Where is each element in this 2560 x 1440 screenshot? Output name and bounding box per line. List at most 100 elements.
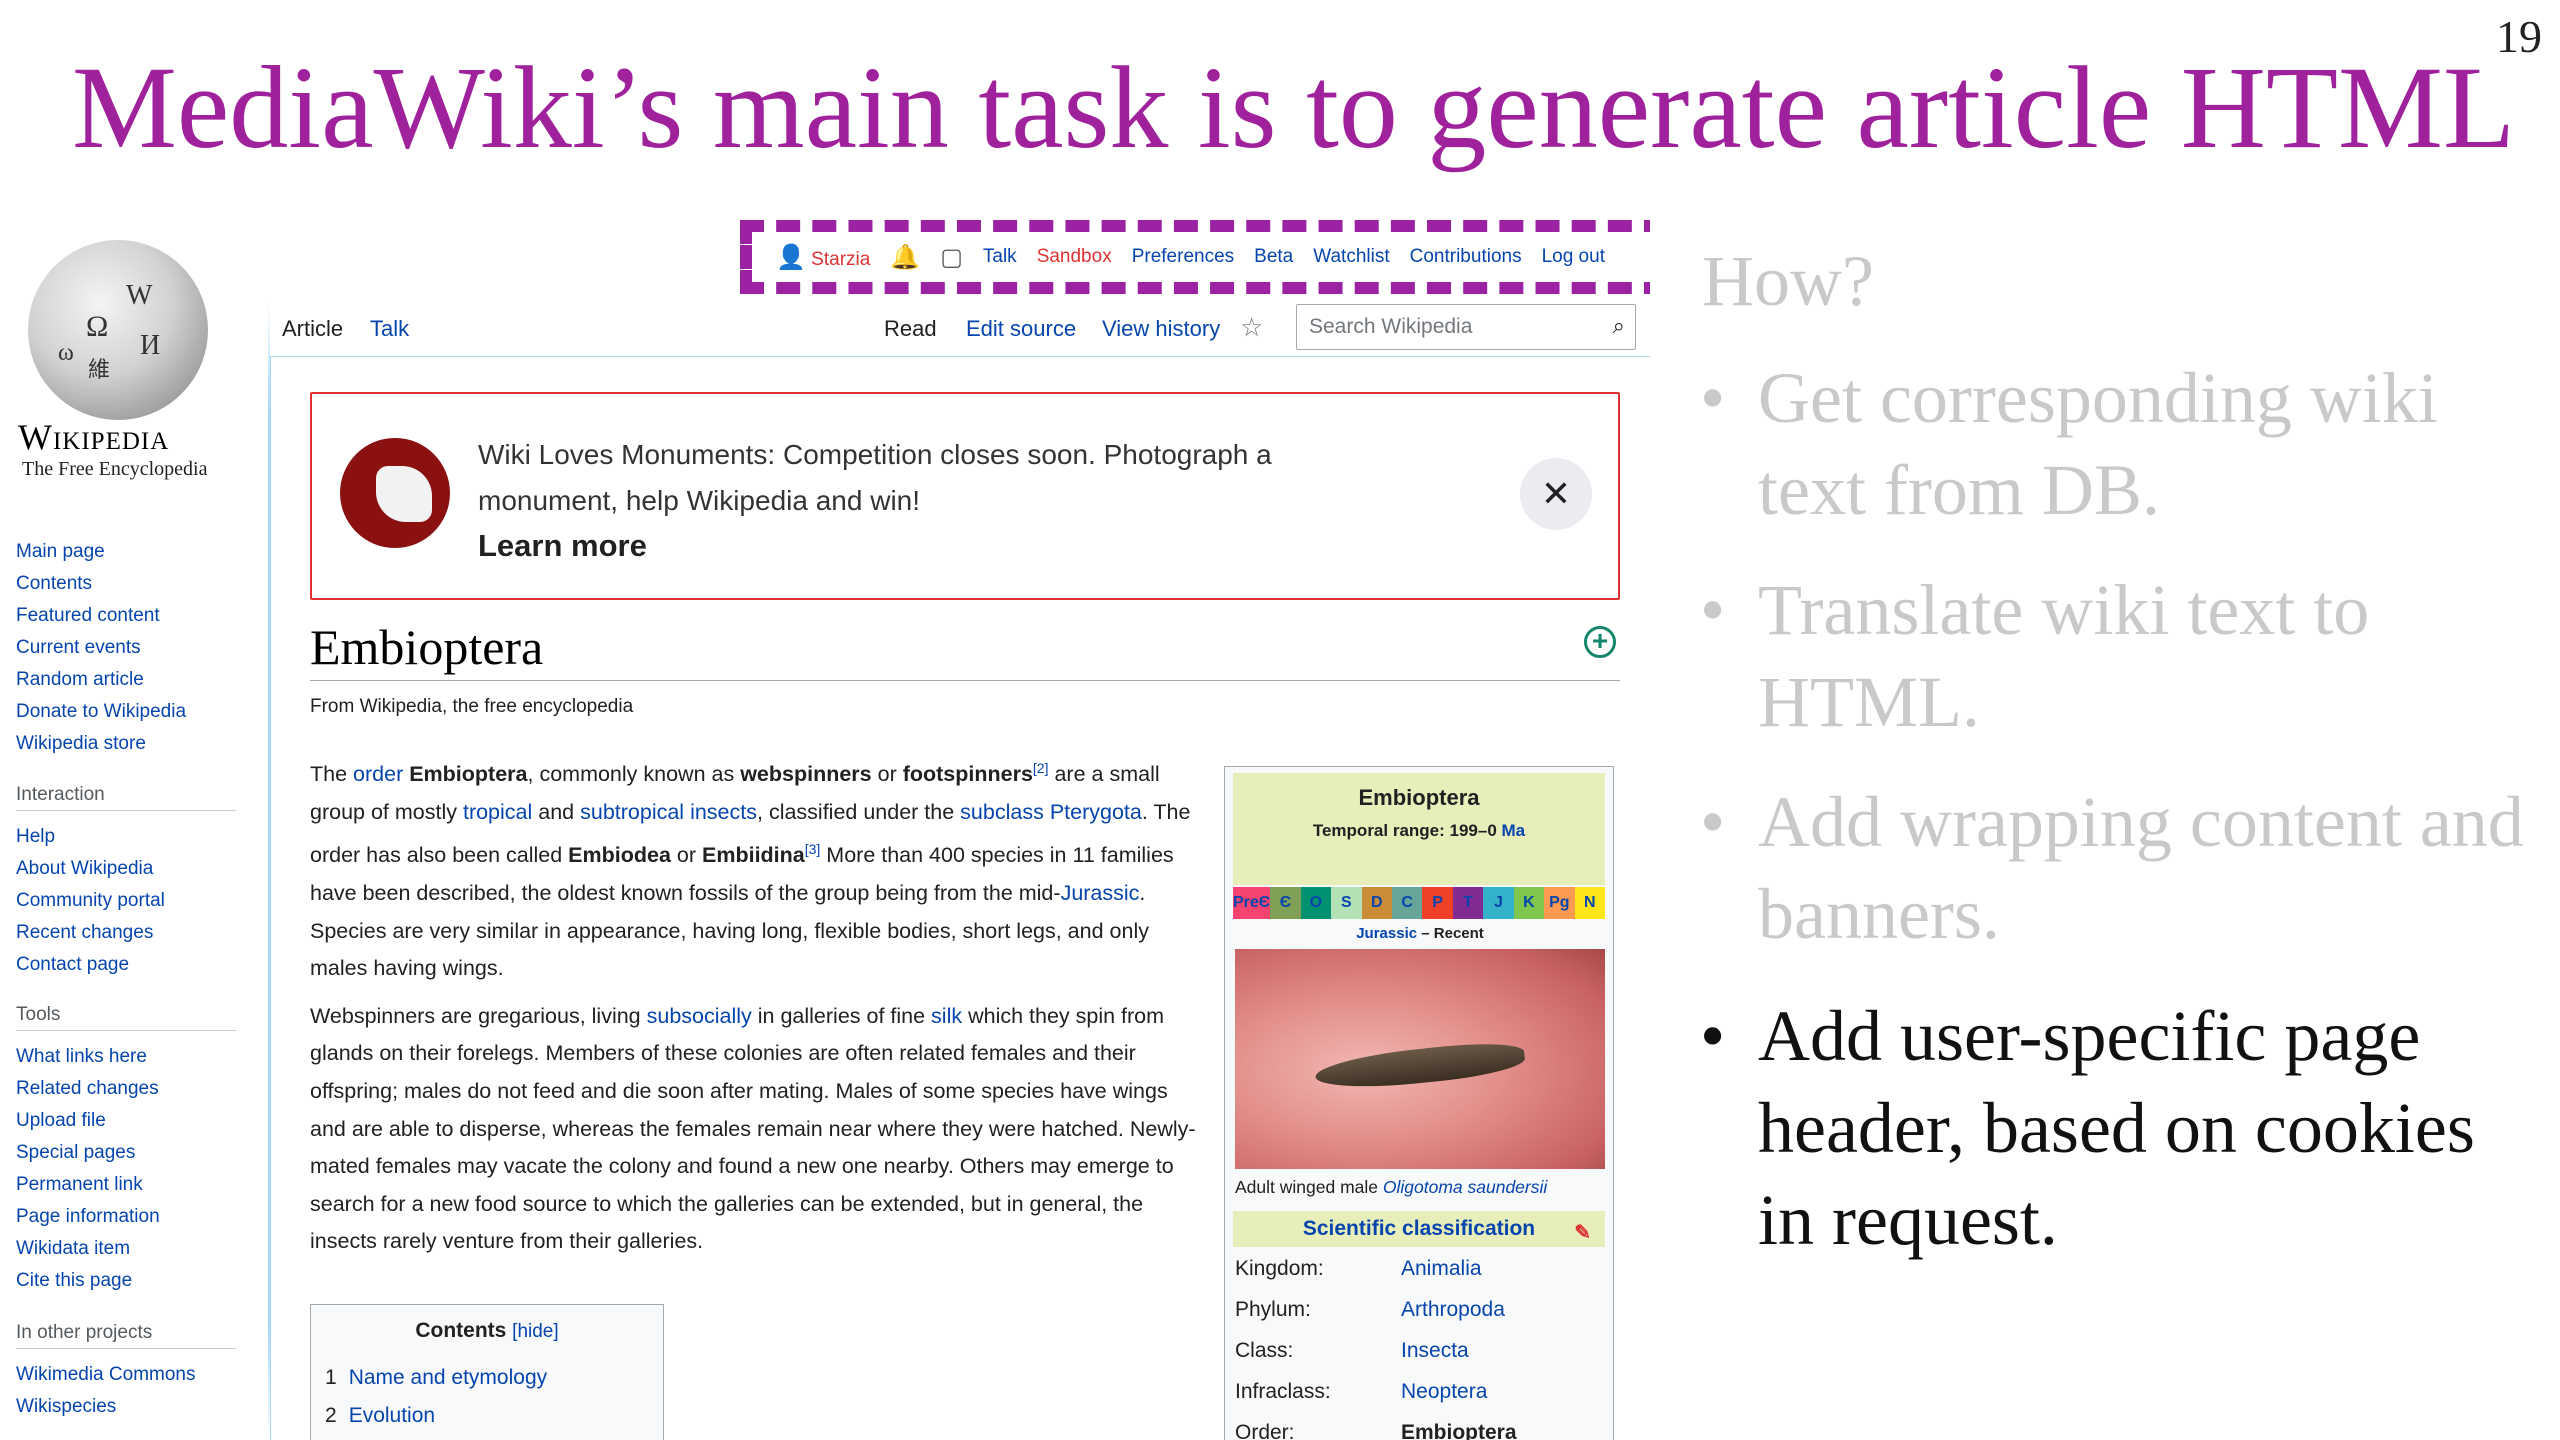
tab-read[interactable]: Read <box>884 316 937 342</box>
period-cell[interactable]: C <box>1391 887 1423 919</box>
tab-edit-source[interactable]: Edit source <box>966 316 1076 342</box>
sidebar-item[interactable]: Featured content <box>16 600 186 632</box>
search-icon[interactable]: ⌕ <box>1613 313 1625 339</box>
sidebar-item[interactable]: Main page <box>16 536 186 568</box>
period-cell[interactable]: N <box>1574 887 1605 919</box>
period-cell[interactable]: T <box>1452 887 1484 919</box>
period-cell[interactable]: K <box>1513 887 1545 919</box>
taxon-link[interactable]: Animalia <box>1401 1257 1482 1281</box>
sidebar-item[interactable]: Wikispecies <box>16 1391 236 1423</box>
temporal-range-unit-link[interactable]: Ma <box>1502 821 1526 840</box>
edit-pencil-icon[interactable]: ✎ <box>1574 1215 1591 1251</box>
title-divider <box>310 680 1620 681</box>
period-cell[interactable]: J <box>1483 887 1514 919</box>
period-cell[interactable]: P <box>1422 887 1453 919</box>
toc-link[interactable]: Name and etymology <box>349 1366 547 1389</box>
user-menu[interactable]: 👤 Starzia <box>776 243 870 272</box>
sidebar-item[interactable]: Wikimedia Commons <box>16 1359 236 1391</box>
photo-caption: Adult winged male Oligotoma saundersii <box>1235 1177 1547 1198</box>
personal-link-logout[interactable]: Log out <box>1542 246 1605 268</box>
sidebar-item[interactable]: Contact page <box>16 949 236 981</box>
banner-learn-more-link[interactable]: Learn more <box>478 528 647 564</box>
taxon-link[interactable]: Neoptera <box>1401 1380 1487 1404</box>
taxon-link[interactable]: Insecta <box>1401 1339 1469 1363</box>
notices-tray-icon[interactable]: ▢ <box>940 243 963 272</box>
period-cell[interactable]: Pg <box>1544 887 1575 919</box>
sidebar-item[interactable]: Recent changes <box>16 917 236 949</box>
banner-close-button[interactable]: ✕ <box>1520 458 1592 530</box>
sidebar-item[interactable]: Special pages <box>16 1137 236 1169</box>
toc-link[interactable]: Evolution <box>349 1404 435 1427</box>
link[interactable]: insects <box>690 800 757 824</box>
sidebar-item[interactable]: About Wikipedia <box>16 853 236 885</box>
sidebar-item[interactable]: Contents <box>16 568 186 600</box>
period-cell[interactable]: D <box>1361 887 1392 919</box>
link[interactable]: Pterygota <box>1050 800 1142 824</box>
geologic-timescale-bar: PreЄ Є O S D C P T J K Pg N <box>1233 887 1605 919</box>
wikipedia-globe-logo[interactable]: Ω W И 維 ω <box>28 240 208 420</box>
sidebar-item[interactable]: Upload file <box>16 1105 236 1137</box>
link[interactable]: subsocially <box>647 1004 752 1028</box>
taxon-link[interactable]: Arthropoda <box>1401 1298 1505 1322</box>
webspinner-photo[interactable] <box>1235 949 1605 1169</box>
caption-text: Adult winged male <box>1235 1177 1383 1197</box>
link[interactable]: tropical <box>463 800 532 824</box>
period-cell[interactable]: Є <box>1270 887 1301 919</box>
personal-link-beta[interactable]: Beta <box>1254 246 1293 268</box>
username-link[interactable]: Starzia <box>811 249 870 270</box>
personal-link-preferences[interactable]: Preferences <box>1132 246 1234 268</box>
toc-hide-toggle[interactable]: [hide] <box>512 1321 558 1342</box>
sidebar-item[interactable]: Current events <box>16 632 186 664</box>
link[interactable]: subclass <box>960 800 1044 824</box>
sidebar-item[interactable]: Donate to Wikipedia <box>16 696 186 728</box>
period-link[interactable]: Jurassic <box>1356 925 1417 942</box>
period-cell[interactable]: PreЄ <box>1233 887 1271 919</box>
article-title: Embioptera <box>310 619 544 675</box>
link[interactable]: silk <box>931 1004 962 1028</box>
caption-species-link[interactable]: Oligotoma saundersii <box>1383 1177 1547 1197</box>
user-icon: 👤 <box>776 243 806 271</box>
period-cell[interactable]: O <box>1300 887 1332 919</box>
sidebar-item[interactable]: Wikidata item <box>16 1233 236 1265</box>
period-rest: – Recent <box>1417 925 1484 942</box>
citation-link[interactable]: [2] <box>1033 760 1049 776</box>
sci-heading-text[interactable]: Scientific classification <box>1303 1217 1535 1240</box>
period-range: Jurassic – Recent <box>1225 925 1615 942</box>
toc-title: Contents <box>415 1319 507 1342</box>
personal-link-watchlist[interactable]: Watchlist <box>1313 246 1389 268</box>
sidebar-interaction: Interaction Help About Wikipedia Communi… <box>16 784 236 981</box>
link[interactable]: subtropical <box>580 800 684 824</box>
wikipedia-wordmark: Wikipedia <box>18 417 170 457</box>
sidebar-item[interactable]: Community portal <box>16 885 236 917</box>
watch-star-icon[interactable]: ☆ <box>1240 312 1263 343</box>
bullet-item: • Translate wiki text to HTML. <box>1700 564 2540 748</box>
sidebar-other-projects: In other projects Wikimedia Commons Wiki… <box>16 1322 236 1423</box>
tab-view-history[interactable]: View history <box>1102 316 1220 342</box>
personal-link-contributions[interactable]: Contributions <box>1410 246 1522 268</box>
sidebar-item[interactable]: Permanent link <box>16 1169 236 1201</box>
sidebar-item[interactable]: Wikipedia store <box>16 728 186 760</box>
toc-item[interactable]: 2 Evolution <box>325 1397 649 1435</box>
link[interactable]: Jurassic <box>1061 881 1140 905</box>
personal-link-talk[interactable]: Talk <box>983 246 1017 268</box>
sidebar-item[interactable]: Related changes <box>16 1073 236 1105</box>
sidebar-item[interactable]: Random article <box>16 664 186 696</box>
personal-link-sandbox[interactable]: Sandbox <box>1037 246 1112 268</box>
sidebar-item[interactable]: Cite this page <box>16 1265 236 1297</box>
period-cell[interactable]: S <box>1331 887 1362 919</box>
sidebar-item[interactable]: Page information <box>16 1201 236 1233</box>
add-language-icon[interactable]: + <box>1584 626 1616 658</box>
tab-talk[interactable]: Talk <box>370 316 409 342</box>
text: or <box>871 762 903 787</box>
taxonomy-row: Order: Embioptera <box>1235 1421 1605 1440</box>
link[interactable]: order <box>353 762 403 786</box>
search-input[interactable]: Search Wikipedia ⌕ <box>1296 304 1636 350</box>
sidebar-item[interactable]: Help <box>16 821 236 853</box>
sidebar-tools: Tools What links here Related changes Up… <box>16 1004 236 1297</box>
citation-link[interactable]: [3] <box>805 841 821 857</box>
notifications-bell-icon[interactable]: 🔔 <box>890 243 920 272</box>
logo-glyph: W <box>126 280 153 311</box>
sidebar-item[interactable]: What links here <box>16 1041 236 1073</box>
toc-item[interactable]: 1 Name and etymology <box>325 1359 649 1397</box>
tab-article[interactable]: Article <box>282 316 343 342</box>
